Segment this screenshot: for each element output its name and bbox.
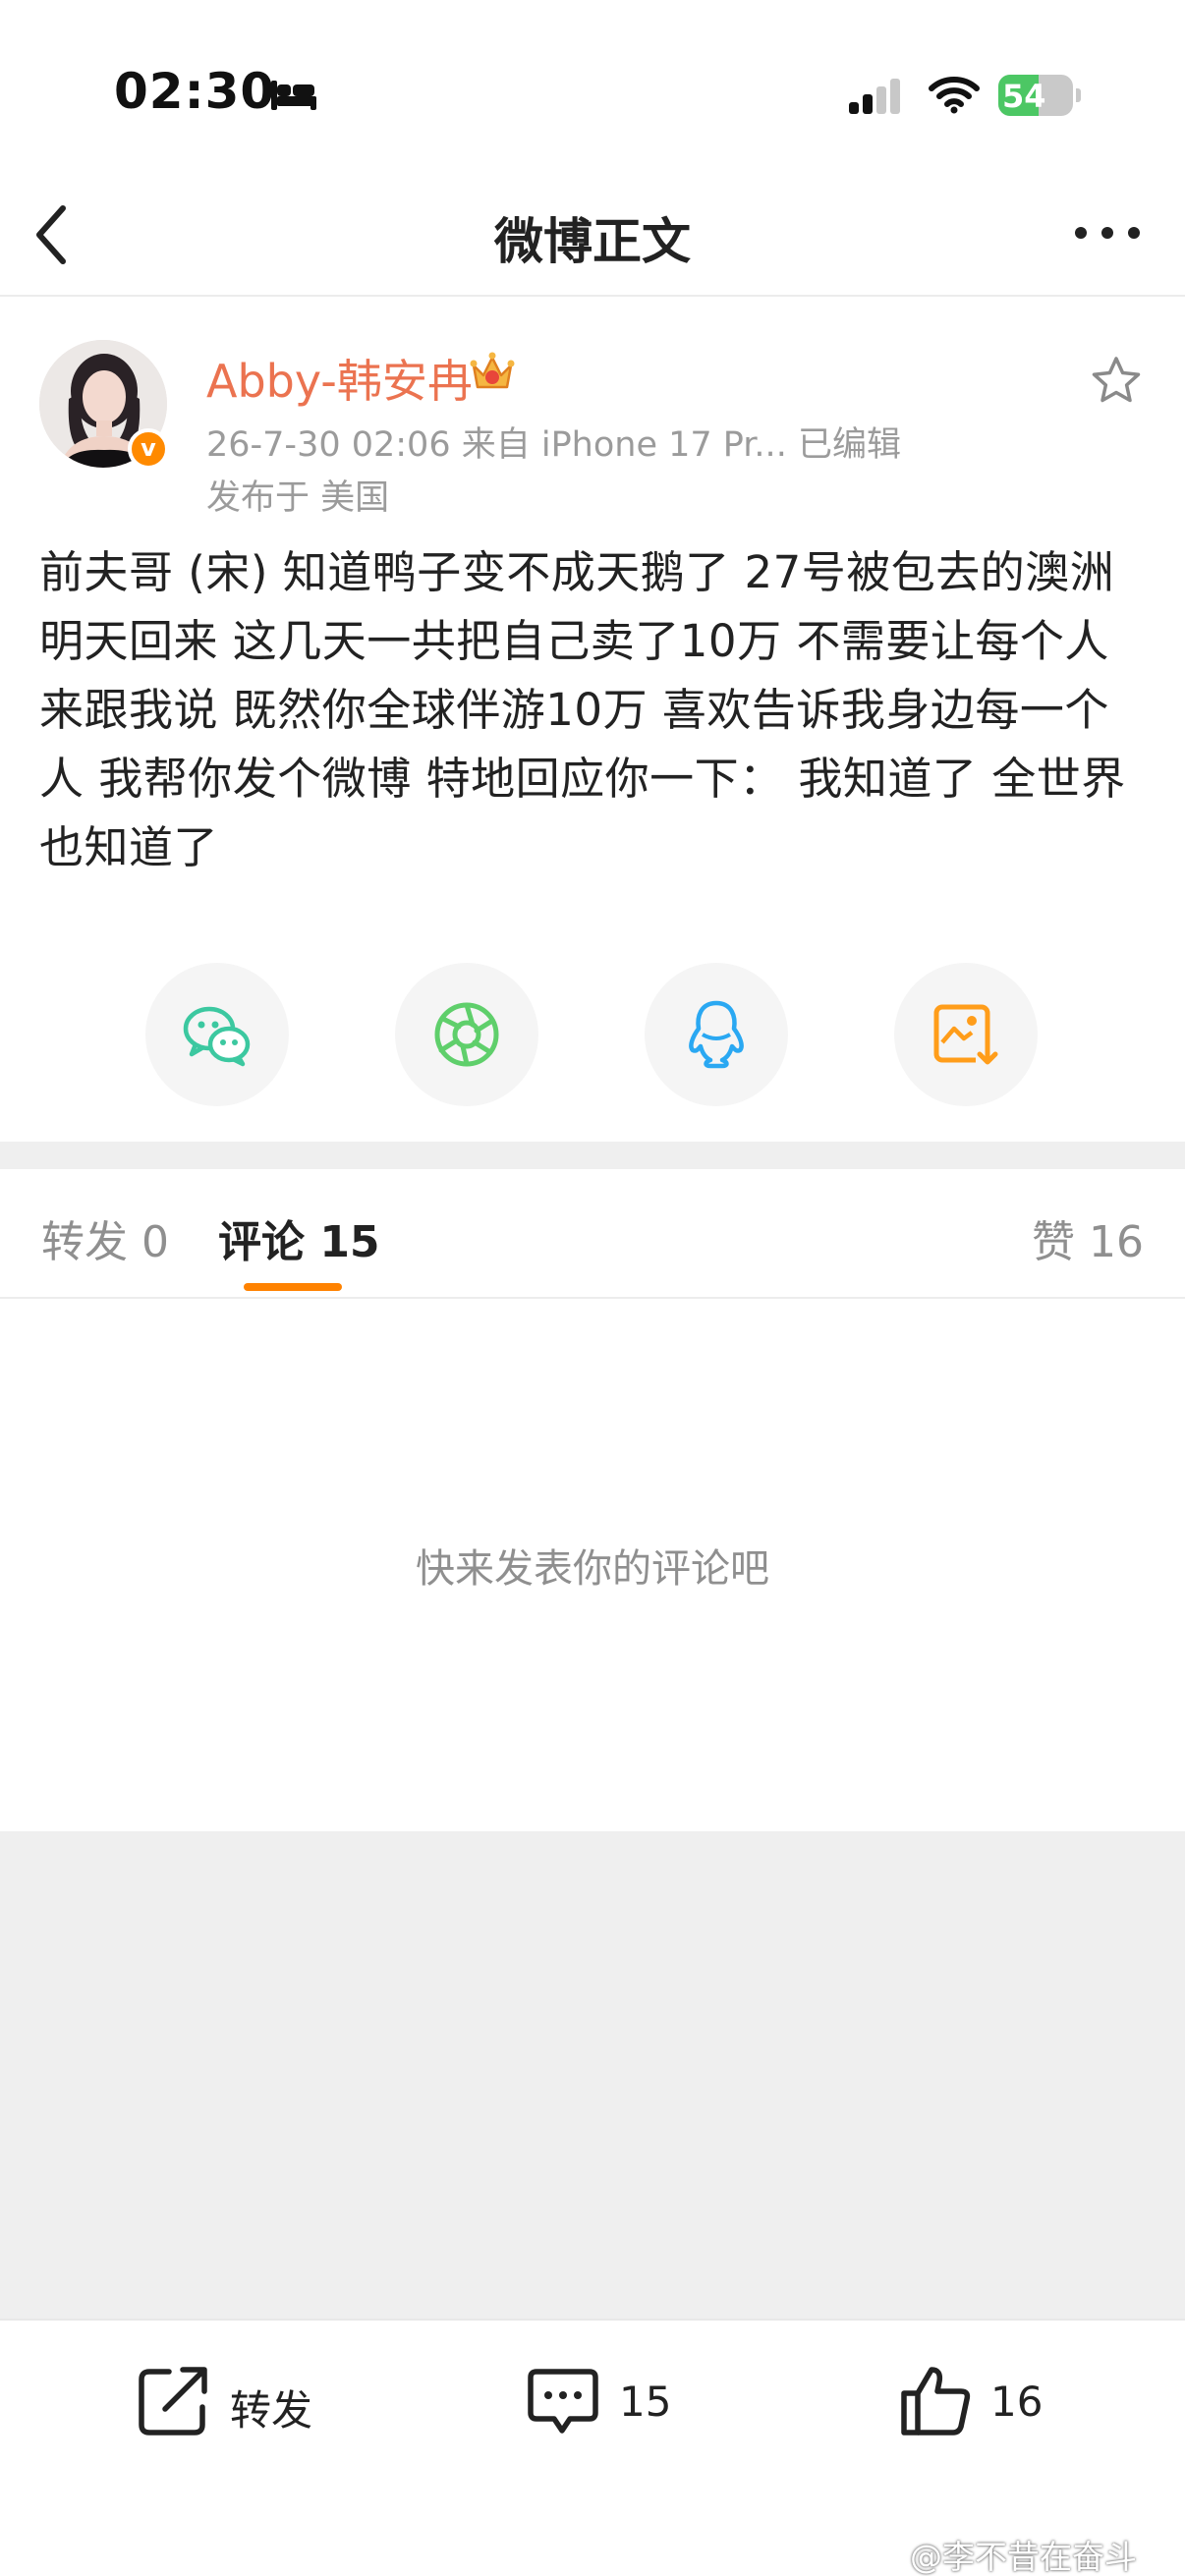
thumbs-up-icon [901, 2367, 971, 2436]
save-image-button[interactable] [894, 963, 1038, 1106]
nav-bar: 微博正文 [0, 177, 1185, 297]
status-bar: 02:30 54 [0, 0, 1185, 177]
qq-icon [689, 1000, 744, 1069]
verified-badge: v [128, 428, 169, 470]
tab-likes[interactable]: 赞 16 [1032, 1206, 1144, 1269]
like-button[interactable]: 16 [896, 2362, 1053, 2450]
comment-button[interactable]: 15 [525, 2362, 682, 2450]
save-image-icon [933, 1004, 999, 1066]
share-arrow-icon [139, 2367, 207, 2436]
empty-area [0, 1831, 1185, 2319]
moments-icon [434, 1002, 499, 1067]
share-qq-button[interactable] [645, 963, 788, 1106]
watermark: @李不昔在奋斗 [910, 2538, 1137, 2576]
page-title: 微博正文 [494, 213, 691, 270]
username[interactable]: Abby-韩安冉 [206, 346, 473, 411]
share-moments-button[interactable] [395, 963, 538, 1106]
share-wechat-button[interactable] [145, 963, 289, 1106]
tab-comments[interactable]: 评论 15 [218, 1206, 380, 1269]
empty-comments-hint: 快来发表你的评论吧 [416, 1546, 769, 1592]
crown-icon [470, 352, 515, 389]
bed-icon [271, 81, 316, 110]
battery-level: 54 [1002, 78, 1046, 115]
like-count: 16 [990, 2378, 1044, 2426]
tab-bar: 转发 0 评论 15 赞 16 [0, 1169, 1185, 1299]
tab-repost[interactable]: 转发 0 [41, 1206, 169, 1269]
wechat-icon [183, 1006, 251, 1067]
comment-count: 15 [619, 2378, 672, 2426]
repost-label: 转发 [230, 2386, 313, 2435]
post-location: 发布于 美国 [206, 478, 390, 518]
repost-button[interactable]: 转发 [136, 2362, 332, 2450]
post-text: 前夫哥 (宋) 知道鸭子变不成天鹅了 27号被包去的澳洲 明天回来 这几天一共把… [39, 546, 1126, 873]
comment-icon [528, 2369, 598, 2434]
post-meta: 26-7-30 02:06 来自 iPhone 17 Pr... 已编辑 [206, 425, 901, 465]
star-icon[interactable] [1089, 354, 1144, 409]
active-tab-indicator [244, 1283, 342, 1291]
section-divider [0, 1142, 1185, 1169]
status-time: 02:30 [114, 63, 276, 120]
battery-icon: 54 [998, 75, 1081, 116]
more-dots-icon[interactable] [1073, 218, 1142, 248]
cellular-signal-icon [849, 79, 900, 114]
wifi-icon [929, 77, 980, 114]
